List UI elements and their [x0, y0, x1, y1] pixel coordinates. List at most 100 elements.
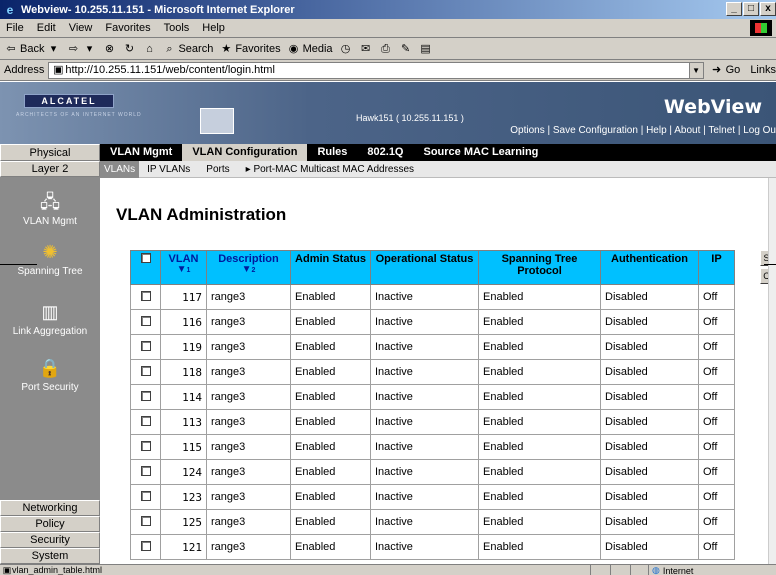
- row-select-cell: [130, 284, 161, 310]
- menu-view[interactable]: View: [69, 22, 93, 34]
- menu-edit[interactable]: Edit: [37, 22, 56, 34]
- table-row[interactable]: 114 range3 Enabled Inactive Enabled Disabled O…: [130, 384, 735, 410]
- row-checkbox[interactable]: [140, 415, 151, 426]
- search-button[interactable]: ⌕ Search: [162, 42, 213, 56]
- nav-category-physical[interactable]: Physical: [0, 144, 100, 161]
- back-button[interactable]: ⇦ Back ▾: [4, 42, 60, 56]
- tab-vlan-configuration[interactable]: VLAN Configuration: [182, 144, 308, 161]
- cell-operational-status: Inactive: [370, 334, 479, 360]
- subnav-ports[interactable]: Ports: [198, 161, 237, 178]
- cell-operational-status: Inactive: [370, 384, 479, 410]
- table-row[interactable]: 125 range3 Enabled Inactive Enabled Disabled O…: [130, 509, 735, 535]
- header-description[interactable]: Description ▼2: [206, 250, 291, 285]
- row-select-cell: [130, 484, 161, 510]
- refresh-icon[interactable]: ↻: [122, 42, 136, 56]
- table-row[interactable]: 124 range3 Enabled Inactive Enabled Disabled O…: [130, 459, 735, 485]
- home-icon[interactable]: ⌂: [142, 42, 156, 56]
- table-row[interactable]: 123 range3 Enabled Inactive Enabled Disabled O…: [130, 484, 735, 510]
- media-button[interactable]: ◉ Media: [287, 42, 333, 56]
- cell-admin-status: Enabled: [290, 409, 371, 435]
- edit-icon[interactable]: ✎: [399, 42, 413, 56]
- menu-tools[interactable]: Tools: [164, 22, 190, 34]
- header-ip[interactable]: IP: [698, 250, 735, 285]
- table-row[interactable]: 117 range3 Enabled Inactive Enabled Disabled O…: [130, 284, 735, 310]
- row-checkbox[interactable]: [140, 390, 151, 401]
- window-title-bar: e Webview- 10.255.11.151 - Microsoft Int…: [0, 0, 776, 19]
- row-checkbox[interactable]: [140, 340, 151, 351]
- subnav-port-mac-multicast[interactable]: ▸ Port-MAC Multicast MAC Addresses: [238, 161, 422, 178]
- banner-links[interactable]: Options | Save Configuration | Help | Ab…: [510, 125, 776, 136]
- close-button[interactable]: x: [760, 2, 776, 16]
- sidebar-category-security[interactable]: Security: [0, 532, 100, 548]
- row-select-cell: [130, 434, 161, 460]
- menu-help[interactable]: Help: [202, 22, 225, 34]
- row-checkbox[interactable]: [140, 465, 151, 476]
- favorites-button[interactable]: ★ Favorites: [219, 42, 280, 56]
- sidebar-category-system[interactable]: System: [0, 548, 100, 564]
- header-vlan[interactable]: VLAN ▼1: [160, 250, 207, 285]
- history-icon[interactable]: ◷: [339, 42, 353, 56]
- stop-icon[interactable]: ⊗: [102, 42, 116, 56]
- go-button[interactable]: ➜ Go: [710, 63, 740, 77]
- mail-icon[interactable]: ✉: [359, 42, 373, 56]
- vertical-scrollbar[interactable]: [768, 178, 776, 564]
- cell-vlan: 118: [160, 359, 207, 385]
- select-all-checkbox[interactable]: [140, 253, 151, 263]
- search-icon: ⌕: [166, 42, 173, 55]
- header-authentication[interactable]: Authentication: [600, 250, 699, 285]
- row-checkbox[interactable]: [140, 315, 151, 326]
- menu-favorites[interactable]: Favorites: [105, 22, 150, 34]
- minimize-button[interactable]: _: [726, 2, 742, 16]
- cell-spanning-tree: Enabled: [478, 509, 601, 535]
- row-checkbox[interactable]: [140, 365, 151, 376]
- cell-spanning-tree: Enabled: [478, 484, 601, 510]
- row-checkbox[interactable]: [140, 490, 151, 501]
- row-select-cell: [130, 509, 161, 535]
- tab-source-mac-learning[interactable]: Source MAC Learning: [414, 144, 549, 161]
- sidebar-category-networking[interactable]: Networking: [0, 500, 100, 516]
- address-dropdown-icon[interactable]: ▼: [688, 62, 703, 78]
- sidebar-category-policy[interactable]: Policy: [0, 516, 100, 532]
- cell-authentication: Disabled: [600, 284, 699, 310]
- address-input[interactable]: ▣ http://10.255.11.151/web/content/login…: [48, 61, 704, 79]
- maximize-button[interactable]: □: [743, 2, 759, 16]
- discuss-icon[interactable]: ▤: [419, 42, 433, 56]
- status-divider: [590, 565, 591, 575]
- row-checkbox[interactable]: [140, 515, 151, 526]
- table-row[interactable]: 118 range3 Enabled Inactive Enabled Disabled O…: [130, 359, 735, 385]
- row-checkbox[interactable]: [140, 290, 151, 301]
- cell-authentication: Disabled: [600, 334, 699, 360]
- page-icon: ▣: [2, 565, 12, 575]
- print-icon[interactable]: ⎙: [379, 42, 393, 56]
- row-checkbox[interactable]: [140, 540, 151, 551]
- sidebar-item-spanning-tree[interactable]: ✺ Spanning Tree: [0, 241, 100, 277]
- tab-802-1q[interactable]: 802.1Q: [357, 144, 413, 161]
- table-row[interactable]: 116 range3 Enabled Inactive Enabled Disabled O…: [130, 309, 735, 335]
- row-checkbox[interactable]: [140, 440, 151, 451]
- cell-authentication: Disabled: [600, 309, 699, 335]
- tab-vlan-mgmt[interactable]: VLAN Mgmt: [100, 144, 182, 161]
- sidebar-item-port-security[interactable]: 🔒 Port Security: [0, 357, 100, 393]
- sidebar-item-vlan-mgmt[interactable]: 🖧 VLAN Mgmt: [0, 191, 100, 227]
- cell-ip: Off: [698, 484, 735, 510]
- table-row[interactable]: 115 range3 Enabled Inactive Enabled Disabled O…: [130, 434, 735, 460]
- sidebar-item-link-aggregation[interactable]: ▥ Link Aggregation: [0, 301, 100, 337]
- cell-vlan: 123: [160, 484, 207, 510]
- tab-rules[interactable]: Rules: [307, 144, 357, 161]
- menu-bar: File Edit View Favorites Tools Help: [0, 19, 776, 38]
- cell-ip: Off: [698, 534, 735, 560]
- menu-file[interactable]: File: [6, 22, 24, 34]
- header-admin-status[interactable]: Admin Status: [290, 250, 371, 285]
- header-operational-status[interactable]: Operational Status: [370, 250, 479, 285]
- cell-spanning-tree: Enabled: [478, 334, 601, 360]
- subnav-vlans[interactable]: VLANs: [100, 160, 140, 178]
- header-spanning-tree-protocol[interactable]: Spanning Tree Protocol: [478, 250, 601, 285]
- table-row[interactable]: 121 range3 Enabled Inactive Enabled Disabled O…: [130, 534, 735, 560]
- windows-logo-icon: [750, 20, 772, 36]
- links-button[interactable]: Links: [750, 64, 776, 76]
- table-row[interactable]: 113 range3 Enabled Inactive Enabled Disabled O…: [130, 409, 735, 435]
- sidebar-category-layer2[interactable]: Layer 2: [0, 161, 100, 177]
- table-row[interactable]: 119 range3 Enabled Inactive Enabled Disabled O…: [130, 334, 735, 360]
- forward-button[interactable]: ⇨ ▾: [66, 42, 96, 56]
- subnav-ip-vlans[interactable]: IP VLANs: [139, 161, 198, 178]
